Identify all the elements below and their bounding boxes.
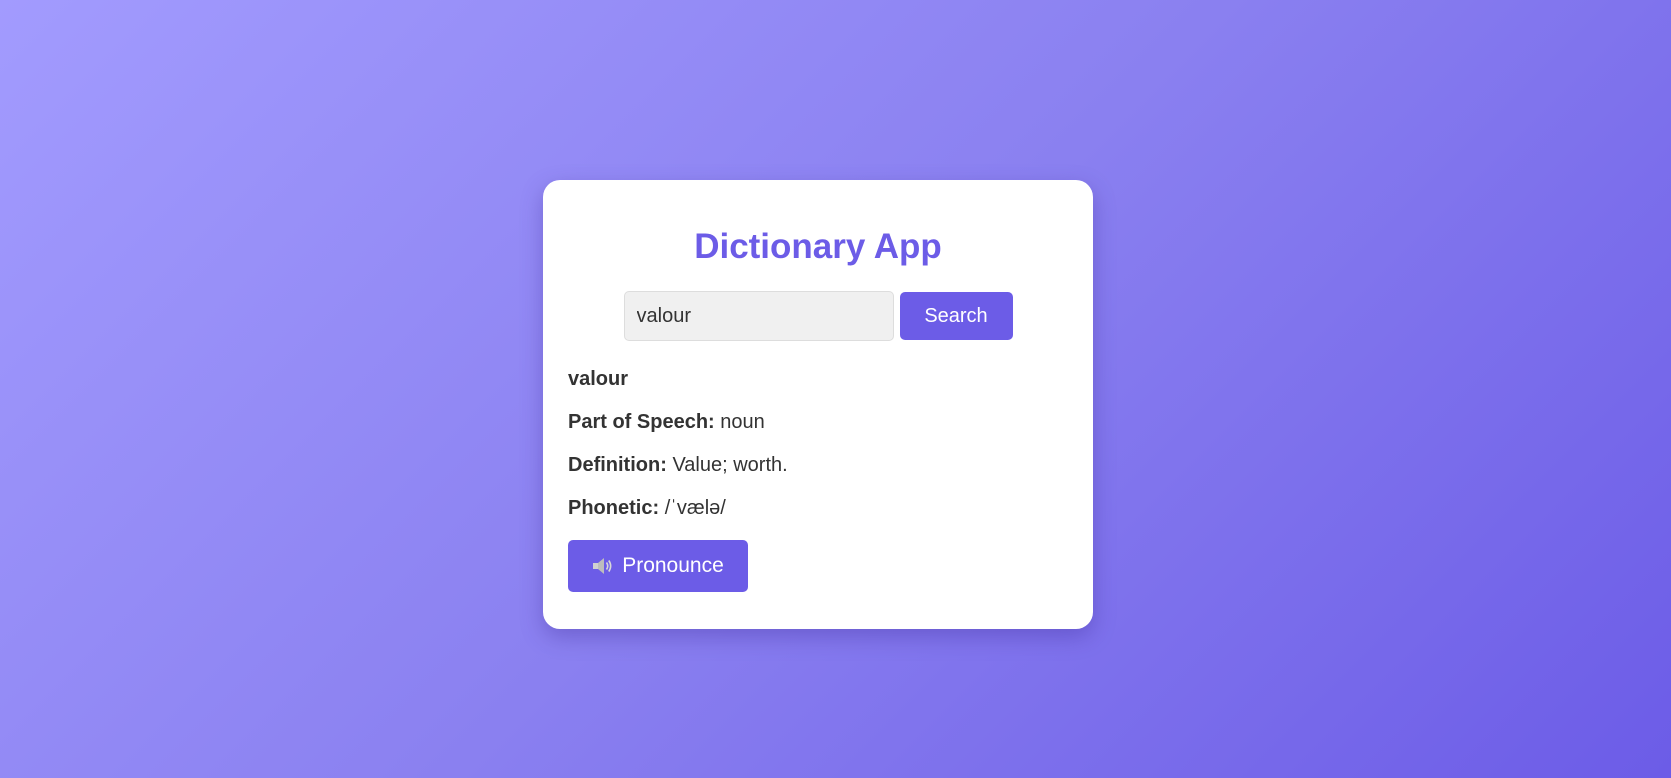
search-bar: Search xyxy=(568,291,1068,341)
speaker-icon xyxy=(592,557,614,575)
definition-value: Value; worth. xyxy=(672,454,788,476)
phonetic-value: /ˈvælə/ xyxy=(664,497,726,519)
pronounce-button[interactable]: Pronounce xyxy=(568,540,748,592)
search-input[interactable] xyxy=(623,291,894,341)
phonetic-label: Phonetic: xyxy=(568,497,660,519)
definition-label: Definition: xyxy=(568,454,667,476)
search-button[interactable]: Search xyxy=(899,292,1013,340)
app-title: Dictionary App xyxy=(694,227,942,266)
part-of-speech-row: Part of Speech: noun xyxy=(568,410,1068,434)
result-word: valour xyxy=(568,368,629,390)
part-of-speech-label: Part of Speech: xyxy=(568,411,715,433)
pronounce-label: Pronounce xyxy=(622,554,724,577)
dictionary-card: Dictionary App Search valour Part of Spe… xyxy=(543,180,1093,629)
definition-row: Definition: Value; worth. xyxy=(568,453,1068,477)
part-of-speech-value: noun xyxy=(720,411,765,433)
phonetic-row: Phonetic: /ˈvælə/ xyxy=(568,496,1068,520)
result-panel: valour Part of Speech: noun Definition: … xyxy=(568,367,1068,592)
